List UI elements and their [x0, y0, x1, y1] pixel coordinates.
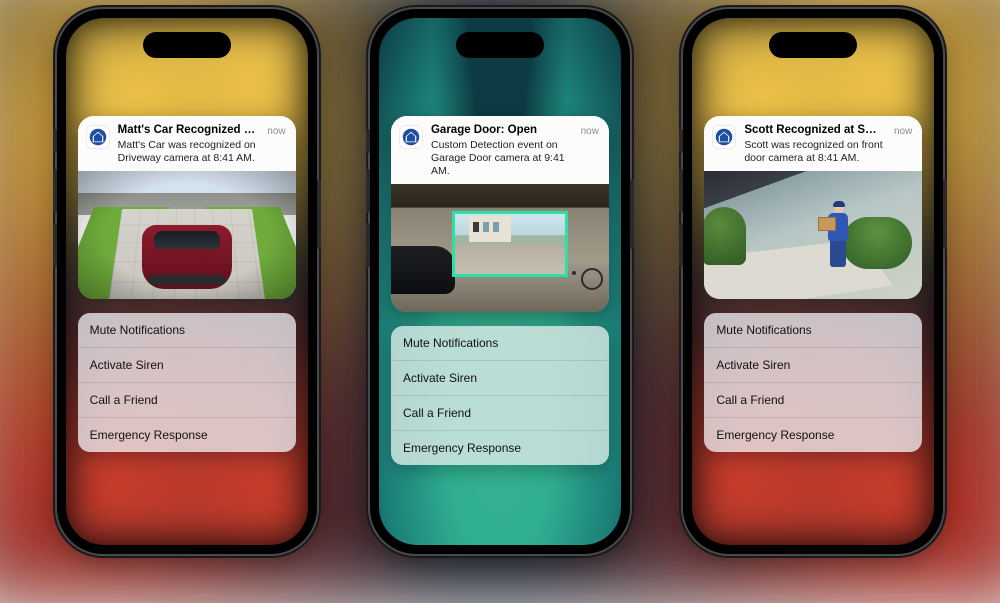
- notification-timestamp: now: [581, 126, 599, 137]
- action-siren[interactable]: Activate Siren: [391, 361, 609, 396]
- app-icon: [399, 125, 423, 149]
- action-call[interactable]: Call a Friend: [391, 396, 609, 431]
- lock-screen-content: Matt's Car Recognized at Smith H… Matt's…: [78, 116, 296, 452]
- notification-title: Matt's Car Recognized at Smith H…: [118, 124, 260, 138]
- power-button: [630, 179, 634, 249]
- notification-card[interactable]: Garage Door: Open Custom Detection event…: [391, 116, 609, 312]
- dynamic-island: [143, 32, 231, 58]
- volume-button: [366, 169, 370, 213]
- notification-title: Scott Recognized at Smith Home: [744, 124, 886, 138]
- action-call[interactable]: Call a Friend: [78, 383, 296, 418]
- action-emergency[interactable]: Emergency Response: [704, 418, 922, 452]
- notification-header: Garage Door: Open Custom Detection event…: [391, 116, 609, 184]
- notification-header: Matt's Car Recognized at Smith H… Matt's…: [78, 116, 296, 171]
- volume-button: [679, 223, 683, 267]
- notification-header: Scott Recognized at Smith Home Scott was…: [704, 116, 922, 171]
- phone-frontdoor: Scott Recognized at Smith Home Scott was…: [683, 9, 943, 554]
- phone-driveway: Matt's Car Recognized at Smith H… Matt's…: [57, 9, 317, 554]
- notification-body: Custom Detection event on Garage Door ca…: [431, 139, 573, 178]
- notification-body: Matt's Car was recognized on Driveway ca…: [118, 139, 260, 165]
- notification-timestamp: now: [894, 126, 912, 137]
- phone-screen: Scott Recognized at Smith Home Scott was…: [692, 18, 934, 545]
- phone-row: Matt's Car Recognized at Smith H… Matt's…: [0, 0, 1000, 563]
- dynamic-island: [456, 32, 544, 58]
- notification-body: Scott was recognized on front door camer…: [744, 139, 886, 165]
- action-mute[interactable]: Mute Notifications: [78, 313, 296, 348]
- notification-image: [78, 171, 296, 299]
- action-call[interactable]: Call a Friend: [704, 383, 922, 418]
- volume-button: [679, 129, 683, 153]
- notification-image: [391, 184, 609, 312]
- volume-button: [679, 169, 683, 213]
- notification-timestamp: now: [267, 126, 285, 137]
- lock-screen-content: Scott Recognized at Smith Home Scott was…: [704, 116, 922, 452]
- action-siren[interactable]: Activate Siren: [78, 348, 296, 383]
- lock-screen-content: Garage Door: Open Custom Detection event…: [391, 116, 609, 465]
- volume-button: [366, 223, 370, 267]
- phone-screen: Matt's Car Recognized at Smith H… Matt's…: [66, 18, 308, 545]
- phone-garage: Garage Door: Open Custom Detection event…: [370, 9, 630, 554]
- notification-card[interactable]: Matt's Car Recognized at Smith H… Matt's…: [78, 116, 296, 299]
- notification-actions: Mute Notifications Activate Siren Call a…: [704, 313, 922, 452]
- action-emergency[interactable]: Emergency Response: [78, 418, 296, 452]
- dynamic-island: [769, 32, 857, 58]
- notification-card[interactable]: Scott Recognized at Smith Home Scott was…: [704, 116, 922, 299]
- volume-button: [53, 129, 57, 153]
- action-mute[interactable]: Mute Notifications: [704, 313, 922, 348]
- app-icon: [712, 125, 736, 149]
- power-button: [943, 179, 947, 249]
- notification-actions: Mute Notifications Activate Siren Call a…: [78, 313, 296, 452]
- power-button: [317, 179, 321, 249]
- person-icon: [822, 199, 856, 273]
- notification-actions: Mute Notifications Activate Siren Call a…: [391, 326, 609, 465]
- notification-image: [704, 171, 922, 299]
- action-siren[interactable]: Activate Siren: [704, 348, 922, 383]
- volume-button: [53, 223, 57, 267]
- app-icon: [86, 125, 110, 149]
- volume-button: [366, 129, 370, 153]
- notification-title: Garage Door: Open: [431, 124, 573, 138]
- action-emergency[interactable]: Emergency Response: [391, 431, 609, 465]
- phone-screen: Garage Door: Open Custom Detection event…: [379, 18, 621, 545]
- action-mute[interactable]: Mute Notifications: [391, 326, 609, 361]
- volume-button: [53, 169, 57, 213]
